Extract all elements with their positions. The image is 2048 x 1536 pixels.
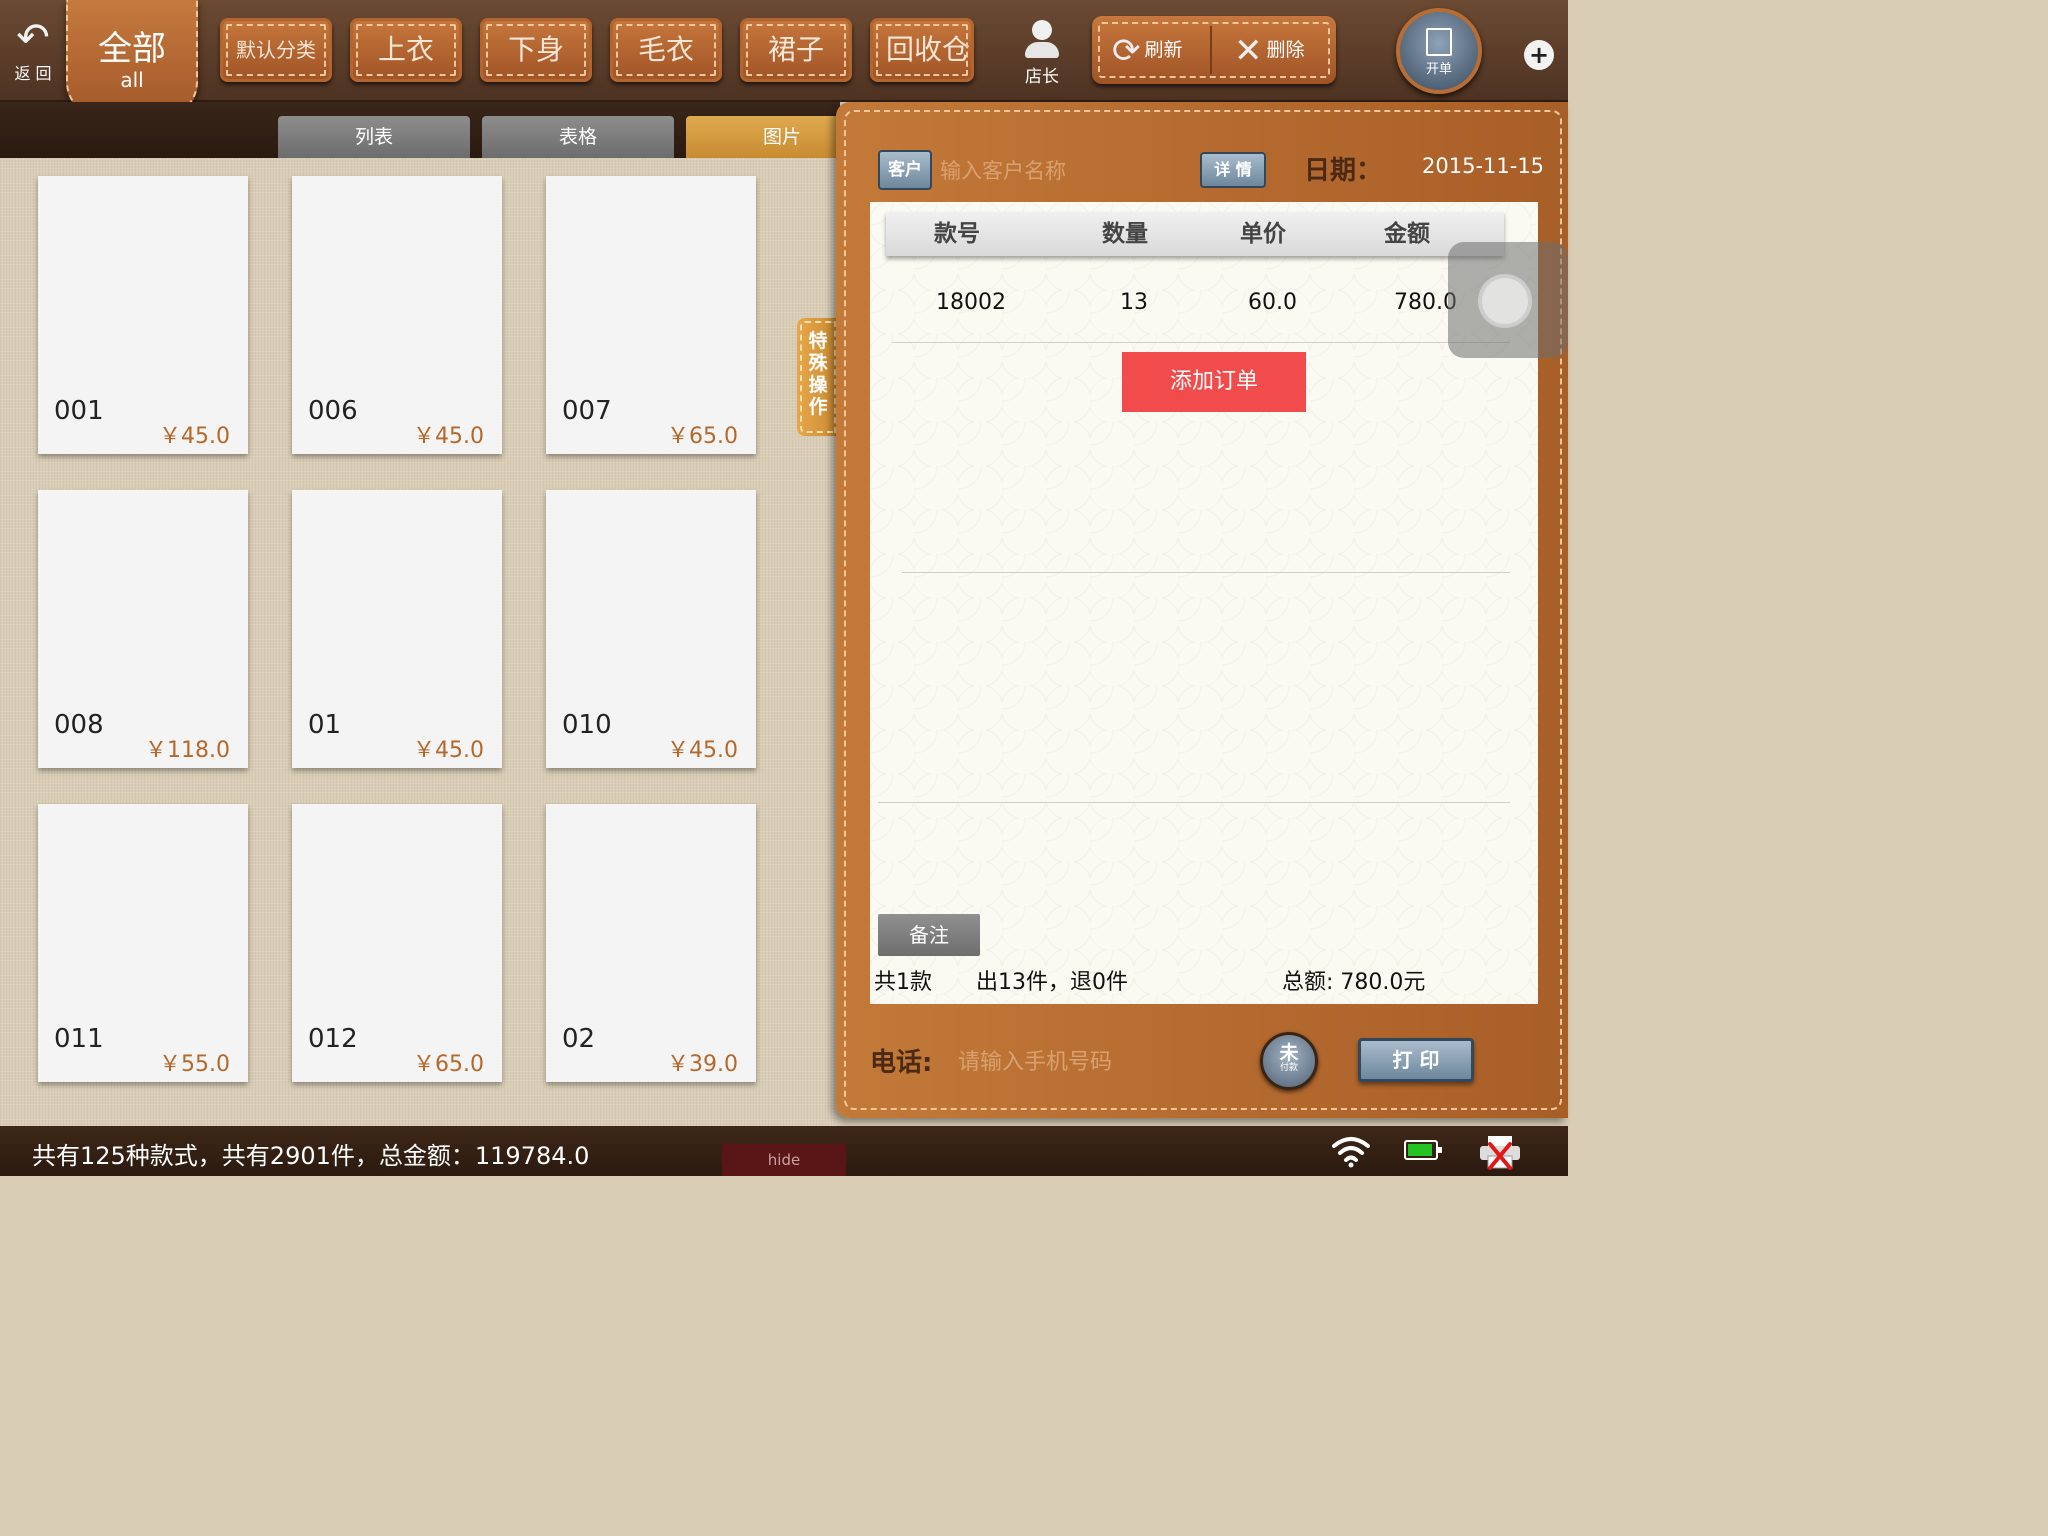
battery-icon (1404, 1140, 1442, 1160)
special-operation-label: 特殊操作 (808, 330, 828, 418)
product-card[interactable]: 006 ￥45.0 (292, 176, 502, 454)
product-code: 02 (562, 1024, 596, 1054)
manager-label: 店长 (1025, 67, 1059, 87)
hide-button[interactable]: hide (722, 1144, 846, 1176)
column-header-code: 款号 (934, 221, 980, 247)
person-icon (1025, 20, 1059, 58)
remark-button[interactable]: 备注 (878, 914, 980, 956)
date-label: 日期： (1304, 156, 1383, 186)
order-header: 客户 详 情 日期： 2015-11-15 (846, 114, 1558, 198)
product-price: ￥39.0 (667, 1052, 738, 1077)
summary-total: 总额: 780.0元 (1282, 970, 1426, 995)
product-price: ￥65.0 (413, 1052, 484, 1077)
back-button[interactable]: ↶ 返 回 (2, 18, 64, 90)
top-bar: ↶ 返 回 默认分类 上衣 下身 毛衣 裙子 回收仓 店长 ⟳ 刷新 ✕ 删除 开单… (0, 0, 1568, 102)
product-price: ￥45.0 (159, 424, 230, 449)
order-table-header: 款号 数量 单价 金额 (886, 212, 1504, 256)
product-card[interactable]: 01 ￥45.0 (292, 490, 502, 768)
product-code: 011 (54, 1024, 104, 1054)
category-tab-skirts[interactable]: 裙子 (740, 18, 852, 82)
category-tab-recycle[interactable]: 回收仓 (870, 18, 974, 82)
product-code: 006 (308, 396, 358, 426)
unpaid-button[interactable]: 未 付款 (1260, 1032, 1318, 1090)
tab-list[interactable]: 列表 (278, 116, 470, 160)
manager-button[interactable]: 店长 (1010, 20, 1074, 87)
product-price: ￥45.0 (413, 424, 484, 449)
column-header-unit-price: 单价 (1240, 221, 1286, 247)
add-order-button[interactable]: 添加订单 (1122, 352, 1306, 412)
cell-code: 18002 (936, 290, 1006, 315)
open-order-button[interactable]: 开单 (1396, 8, 1482, 94)
delete-label: 删除 (1266, 39, 1305, 61)
product-code: 008 (54, 710, 104, 740)
category-tab-default[interactable]: 默认分类 (220, 18, 332, 82)
product-card[interactable]: 02 ￥39.0 (546, 804, 756, 1082)
action-divider (1210, 26, 1212, 74)
column-header-amount: 金额 (1384, 221, 1430, 247)
product-code: 001 (54, 396, 104, 426)
wifi-icon (1332, 1137, 1370, 1168)
unpaid-sub-label: 付款 (1279, 1063, 1298, 1073)
x-icon: ✕ (1234, 30, 1263, 71)
phone-input[interactable] (956, 1044, 1240, 1080)
back-arrow-icon: ↶ (16, 15, 50, 61)
customer-name-input[interactable] (938, 150, 1192, 192)
phone-label: 电话: (870, 1048, 933, 1078)
back-label: 返 回 (14, 64, 52, 83)
cell-unit-price: 60.0 (1248, 290, 1297, 315)
product-card[interactable]: 011 ￥55.0 (38, 804, 248, 1082)
view-tab-bar: 列表 表格 图片 (0, 102, 878, 160)
date-value[interactable]: 2015-11-15 (1422, 154, 1544, 178)
product-grid: 001 ￥45.0 006 ￥45.0 007 ￥65.0 008 ￥118.0… (0, 158, 836, 1126)
assistive-touch-button[interactable] (1448, 242, 1568, 358)
cell-qty: 13 (1120, 290, 1148, 315)
product-price: ￥118.0 (145, 738, 230, 763)
product-price: ￥55.0 (159, 1052, 230, 1077)
product-code: 010 (562, 710, 612, 740)
assistive-touch-icon (1478, 274, 1532, 328)
product-code: 012 (308, 1024, 358, 1054)
category-tab-all[interactable]: 全部 all (66, 0, 198, 118)
summary-items: 出13件，退0件 (976, 970, 1128, 995)
product-code: 007 (562, 396, 612, 426)
product-card[interactable]: 012 ￥65.0 (292, 804, 502, 1082)
category-tab-tops[interactable]: 上衣 (350, 18, 462, 82)
printer-disconnected-icon[interactable] (1478, 1134, 1522, 1170)
open-order-label: 开单 (1425, 62, 1452, 77)
document-icon (1426, 28, 1452, 56)
inventory-summary: 共有125种款式，共有2901件，总金额：119784.0 (32, 1142, 590, 1170)
product-card[interactable]: 008 ￥118.0 (38, 490, 248, 768)
category-tab-bottoms[interactable]: 下身 (480, 18, 592, 82)
special-operation-tab[interactable]: 特殊操作 (797, 318, 839, 436)
all-tab-title: 全部 (98, 29, 166, 69)
product-card[interactable]: 001 ￥45.0 (38, 176, 248, 454)
product-price: ￥45.0 (413, 738, 484, 763)
order-sheet: 款号 数量 单价 金额 18002 13 60.0 780.0 添加订单 备注 … (870, 202, 1538, 1004)
column-header-qty: 数量 (1102, 221, 1148, 247)
product-card[interactable]: 010 ￥45.0 (546, 490, 756, 768)
product-code: 01 (308, 710, 342, 740)
all-tab-subtitle: all (120, 68, 144, 92)
customer-button[interactable]: 客户 (878, 150, 932, 190)
section-divider (878, 802, 1510, 803)
refresh-button[interactable]: ⟳ 刷新 (1112, 16, 1183, 84)
delete-button[interactable]: ✕ 删除 (1234, 16, 1305, 84)
product-card[interactable]: 007 ￥65.0 (546, 176, 756, 454)
section-divider (902, 572, 1510, 573)
refresh-icon: ⟳ (1112, 30, 1141, 71)
add-button[interactable]: + (1524, 40, 1554, 70)
detail-button[interactable]: 详 情 (1200, 152, 1266, 188)
product-price: ￥65.0 (667, 424, 738, 449)
summary-count: 共1款 (874, 970, 932, 995)
category-tab-sweaters[interactable]: 毛衣 (610, 18, 722, 82)
status-bar: 共有125种款式，共有2901件，总金额：119784.0 hide (0, 1126, 1568, 1176)
row-divider (892, 342, 1510, 343)
unpaid-main-label: 未 (1279, 1042, 1299, 1064)
product-price: ￥45.0 (667, 738, 738, 763)
action-group: ⟳ 刷新 ✕ 删除 (1092, 16, 1336, 84)
print-button[interactable]: 打 印 (1358, 1038, 1474, 1082)
refresh-label: 刷新 (1144, 39, 1183, 61)
tab-table[interactable]: 表格 (482, 116, 674, 160)
